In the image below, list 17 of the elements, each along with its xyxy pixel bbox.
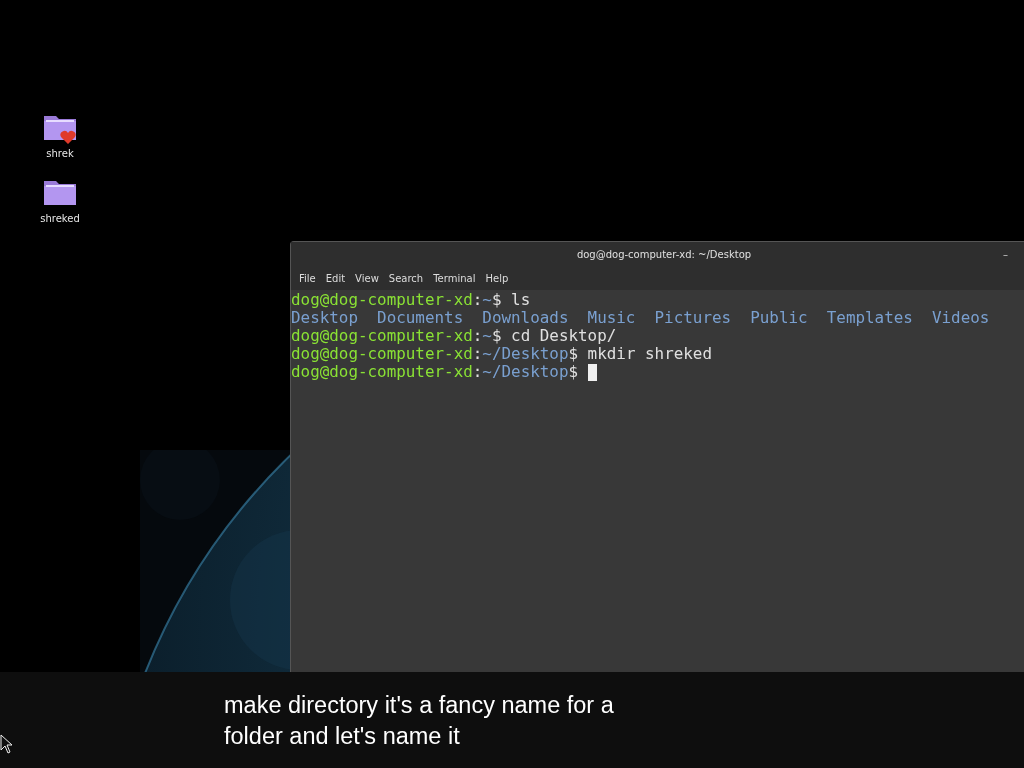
icon-label[interactable]: shreked <box>40 213 80 224</box>
menu-item[interactable]: Terminal <box>428 272 481 284</box>
terminal-line: dog@dog-computer-xd:~$ cd Desktop/ <box>291 327 617 345</box>
menu-item[interactable]: File <box>294 272 321 284</box>
menu-item[interactable]: Search <box>383 272 429 284</box>
terminal-line: dog@dog-computer-xd:~$ ls <box>291 291 531 309</box>
terminal-line: dog@dog-computer-xd:~/Desktop$ <box>291 363 580 381</box>
menu-item[interactable]: Help <box>480 272 514 284</box>
terminal-line: Desktop Documents Downloads Music Pictures Public Templates Videos <box>291 309 991 327</box>
window-title: dog@dog-computer-xd: ~/Desktop <box>575 248 753 260</box>
terminal-line: dog@dog-computer-xd:~/Desktop$ mkdir shreked <box>291 345 712 363</box>
menu-item[interactable]: View <box>350 272 384 284</box>
caption-text: make directory it's a fancy name for a <box>224 691 615 720</box>
menu-item[interactable]: Edit <box>320 272 351 284</box>
minimize-button[interactable]: – <box>1003 248 1008 260</box>
icon-label[interactable]: shrek <box>46 148 74 159</box>
caption-text: folder and let's name it <box>224 722 461 751</box>
